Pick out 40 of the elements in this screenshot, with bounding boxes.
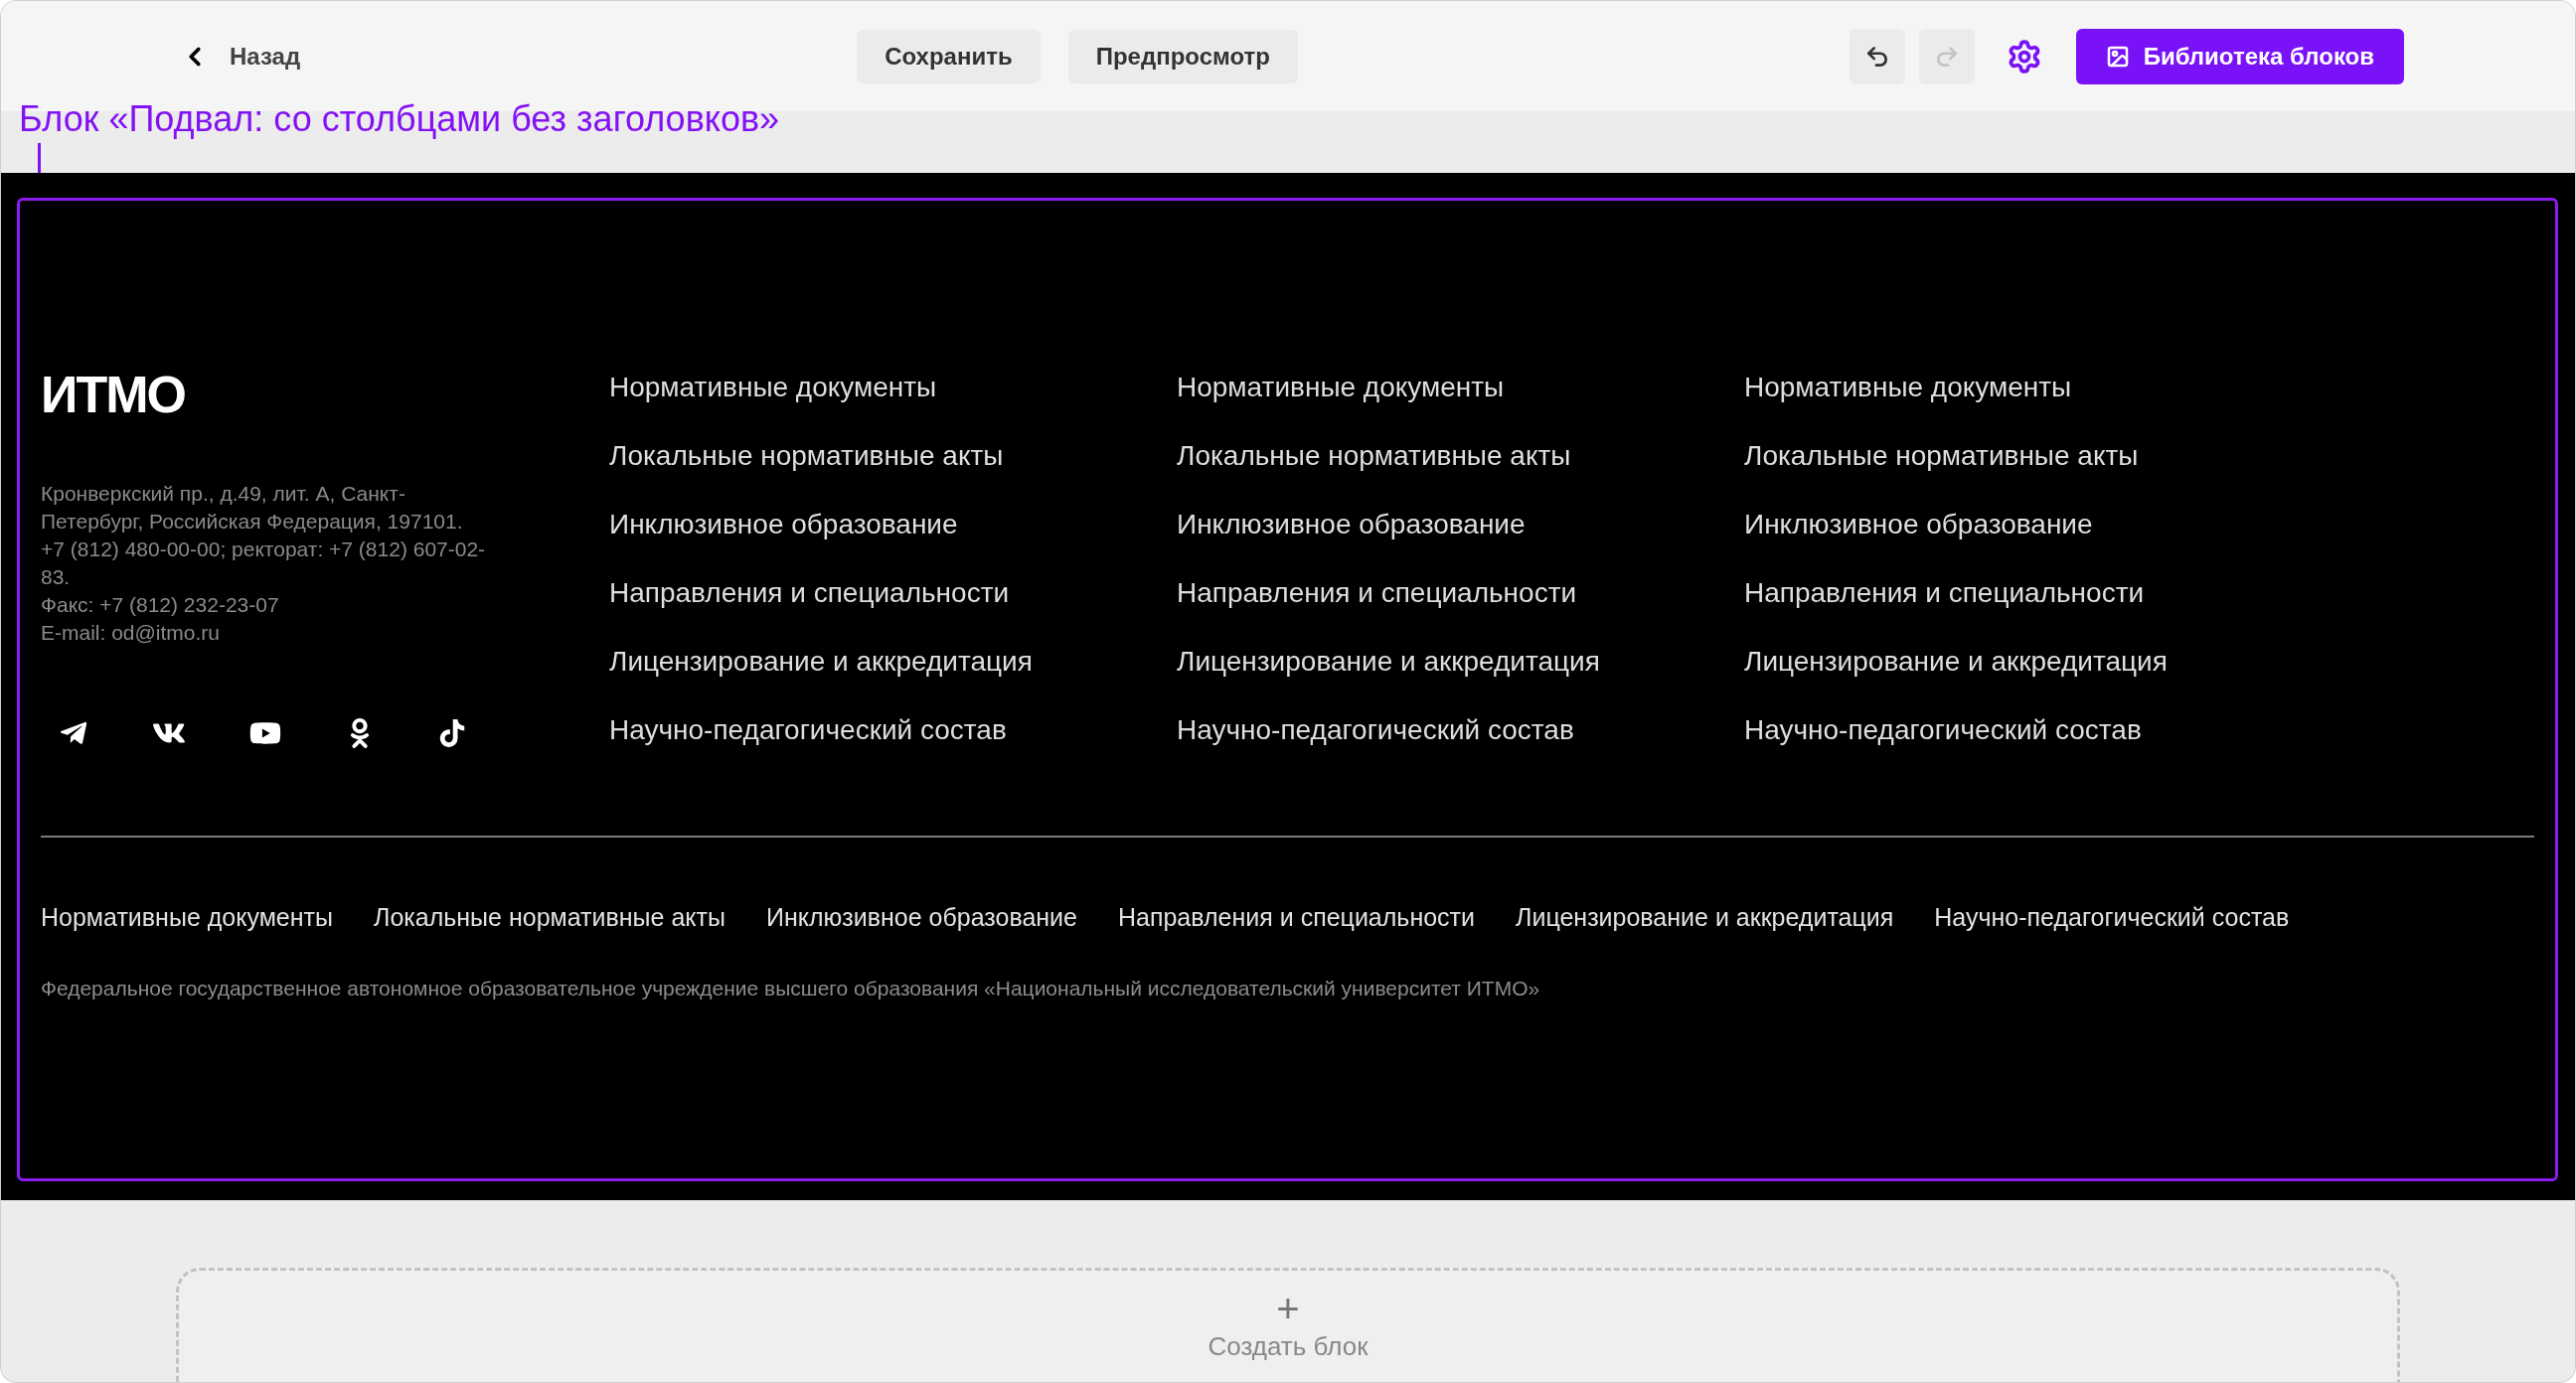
bottom-link[interactable]: Направления и специальности bbox=[1117, 899, 1475, 935]
footer-link[interactable]: Направления и специальности bbox=[1744, 558, 2145, 627]
legal-text: Федеральное государственное автономное образовательное учреждение высшего образования «Национальный исследовательский университет ИТМО» bbox=[41, 976, 1541, 1001]
back-button[interactable]: Назад bbox=[180, 38, 301, 75]
footer-link[interactable]: Нормативные документы bbox=[1177, 353, 1505, 421]
toolbar-button[interactable]: Сохранить bbox=[857, 29, 1041, 83]
footer-link[interactable]: Нормативные документы bbox=[1744, 353, 2072, 421]
footer-link[interactable]: Нормативные документы bbox=[609, 353, 937, 421]
footer-link[interactable]: Инклюзивное образование bbox=[609, 490, 958, 558]
label-marker bbox=[38, 143, 41, 173]
footer-link[interactable]: Локальные нормативные акты bbox=[609, 421, 1004, 490]
footer-link[interactable]: Направления и специальности bbox=[609, 558, 1010, 627]
footer-link[interactable]: Инклюзивное образование bbox=[1177, 490, 1526, 558]
footer-link[interactable]: Направления и специальности bbox=[1177, 558, 1577, 627]
note-icon[interactable] bbox=[438, 719, 466, 747]
create-block-area[interactable]: + Создать блок bbox=[176, 1268, 2400, 1382]
footer-link[interactable]: Научно-педагогический состав bbox=[1744, 695, 2142, 764]
footer-link[interactable]: Научно-педагогический состав bbox=[1177, 695, 1574, 764]
footer-link[interactable]: Лицензирование и аккредитация bbox=[1177, 627, 1600, 695]
footer-link[interactable]: Научно-педагогический состав bbox=[609, 695, 1007, 764]
footer-link[interactable]: Инклюзивное образование bbox=[1744, 490, 2093, 558]
plus-sign: + bbox=[1276, 1289, 1300, 1328]
settings-icon bbox=[2006, 38, 2042, 75]
block-label: Блок «Подвал: со столбцами без заголовков» bbox=[19, 97, 780, 141]
bottom-link[interactable]: Локальные нормативные акты bbox=[374, 899, 725, 935]
footer-link[interactable]: Лицензирование и аккредитация bbox=[609, 627, 1033, 695]
bottom-link[interactable]: Нормативные документы bbox=[41, 899, 333, 935]
toolbar-button[interactable]: Предпросмотр bbox=[1067, 29, 1298, 83]
bottom-link[interactable]: Лицензирование и аккредитация bbox=[1516, 899, 1894, 935]
logo: ИТМО bbox=[41, 367, 186, 422]
footer-link[interactable]: Лицензирование и аккредитация bbox=[1744, 627, 2168, 695]
footer-link[interactable]: Локальные нормативные акты bbox=[1744, 421, 2139, 490]
bottom-link[interactable]: Инклюзивное образование bbox=[765, 899, 1077, 935]
block-library-button[interactable]: Библиотека блоков bbox=[2075, 28, 2404, 84]
address-text: Кронверкский пр., д.49, лит. А, Санкт- Петербург, Российская Федерация, 197101. +7 (812) 480-00-00; ректорат: +7 (812) 607-02- 83. Факс: +7 (812) 232-23-07 E-mail: od@itmo.ru bbox=[41, 481, 487, 646]
footer-link[interactable]: Локальные нормативные акты bbox=[1177, 421, 1571, 490]
image-icon bbox=[2105, 44, 2130, 69]
undo-button[interactable] bbox=[1849, 28, 1905, 84]
bottom-link[interactable]: Научно-педагогический состав bbox=[1934, 899, 2290, 935]
create-block-label: Создать блок bbox=[1208, 1330, 1368, 1362]
